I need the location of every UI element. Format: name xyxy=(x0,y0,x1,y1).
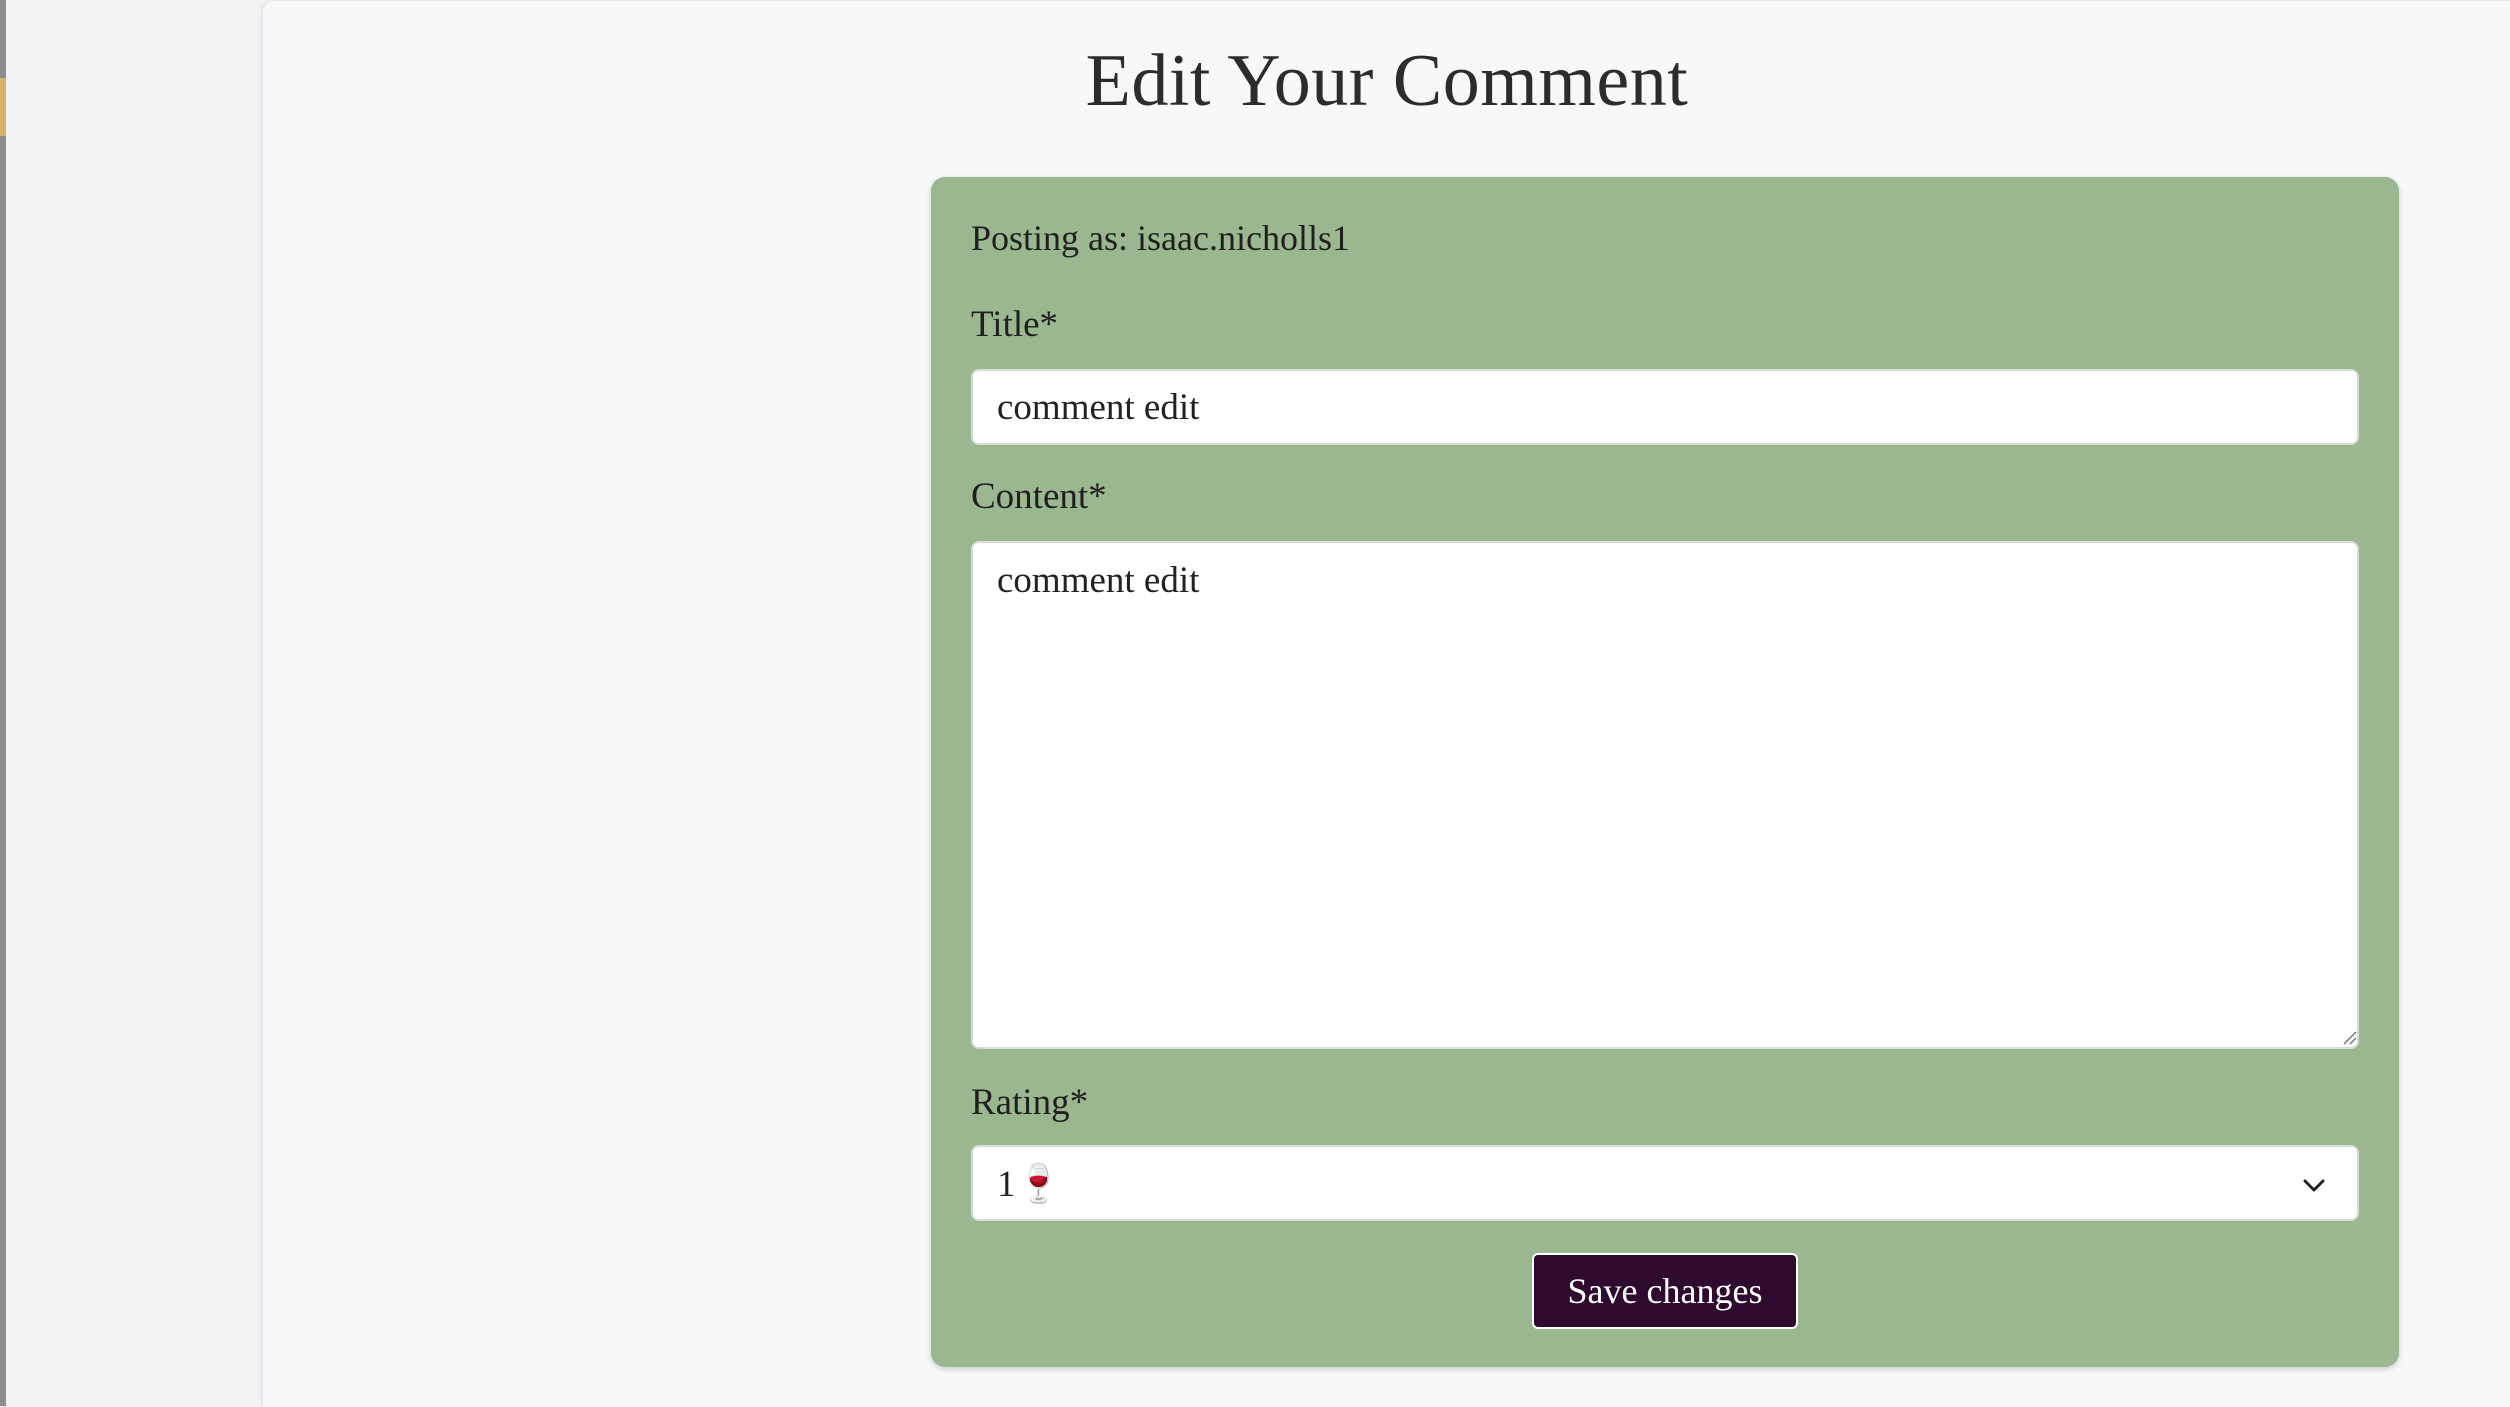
rating-selected-value: 1🍷 xyxy=(997,1164,1062,1205)
chevron-down-icon xyxy=(2303,1179,2325,1192)
comment-edit-form: Posting as: isaac.nicholls1 Title* Conte… xyxy=(931,177,2399,1367)
title-label: Title* xyxy=(971,304,1059,345)
content-label: Content* xyxy=(971,476,1107,517)
posting-as-text: Posting as: isaac.nicholls1 xyxy=(971,218,1350,258)
content-textarea[interactable]: comment edit xyxy=(971,541,2359,1049)
save-changes-button[interactable]: Save changes xyxy=(1532,1253,1798,1329)
title-input[interactable] xyxy=(971,369,2359,445)
page-container: Edit Your Comment Posting as: isaac.nich… xyxy=(262,0,2510,1407)
rating-select[interactable]: 1🍷 xyxy=(971,1145,2359,1221)
resize-grip-icon[interactable] xyxy=(2341,1029,2357,1045)
page-title: Edit Your Comment xyxy=(1085,40,1689,122)
rating-label: Rating* xyxy=(971,1082,1089,1123)
window-edge xyxy=(0,0,6,1406)
window-edge-accent xyxy=(0,78,6,136)
